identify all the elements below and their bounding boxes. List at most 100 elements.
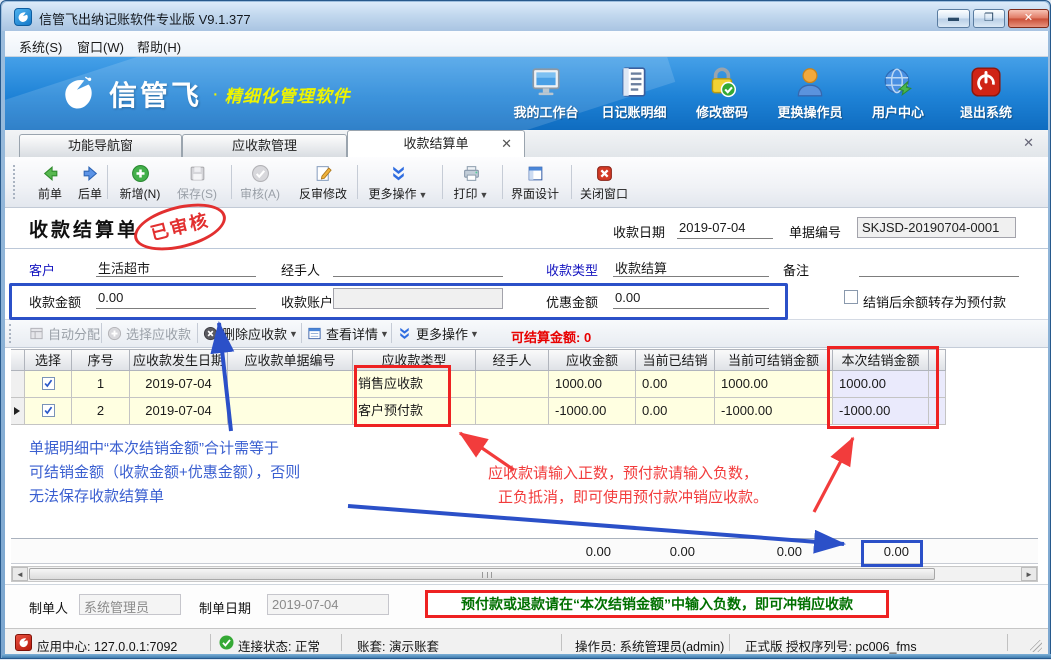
remove-receivable-button[interactable]: 删除应收款▼ <box>203 323 298 344</box>
cell-date[interactable]: 2019-07-04 <box>130 398 228 425</box>
ui-design-button[interactable]: 界面设计 <box>506 162 564 204</box>
banner-action-password[interactable]: 修改密码 <box>678 65 766 121</box>
receipt-amount-field[interactable]: 0.00 <box>96 288 256 309</box>
col-handler[interactable]: 经手人 <box>476 349 549 371</box>
make-date-field: 2019-07-04 <box>267 594 389 615</box>
tab-close-icon[interactable]: ✕ <box>501 137 512 150</box>
scroll-right-icon[interactable]: ► <box>1021 567 1037 581</box>
status-app-center: 应用中心: 127.0.0.1:7092 <box>37 636 177 655</box>
col-seq[interactable]: 序号 <box>72 349 130 371</box>
cell-date[interactable]: 2019-07-04 <box>130 371 228 398</box>
cell-handler[interactable] <box>476 371 549 398</box>
auto-assign-button: 自动分配 <box>29 323 100 344</box>
scroll-left-icon[interactable]: ◄ <box>12 567 28 581</box>
make-date-label: 制单日期 <box>199 598 251 617</box>
cell-doc[interactable] <box>228 398 353 425</box>
view-detail-button[interactable]: 查看详情▼ <box>307 323 389 344</box>
window-title: 信管飞出纳记账软件专业版 V9.1.377 <box>39 9 251 28</box>
cell-handler[interactable] <box>476 398 549 425</box>
more-actions-button[interactable]: 更多操作▼ <box>363 162 433 204</box>
arrow-right-icon <box>81 164 100 183</box>
banner-action-journal[interactable]: 日记账明细 <box>590 65 678 121</box>
transfer-prepay-checkbox[interactable] <box>844 290 858 304</box>
row-checkbox-checked[interactable] <box>42 404 55 417</box>
col-current[interactable]: 本次结销金额 <box>833 349 929 371</box>
menu-system[interactable]: 系统(S) <box>15 36 66 57</box>
row-checkbox-checked[interactable] <box>42 377 55 390</box>
scrollbar-thumb[interactable] <box>29 568 935 580</box>
cell-extra <box>929 398 946 425</box>
row-select-cell[interactable] <box>25 398 72 425</box>
unaudit-button[interactable]: 反审修改 <box>294 162 352 204</box>
cell-available[interactable]: -1000.00 <box>715 398 833 425</box>
cell-seq[interactable]: 1 <box>72 371 130 398</box>
banner-action-workbench[interactable]: 我的工作台 <box>502 65 590 121</box>
save-button: 保存(S) <box>168 162 226 204</box>
cell-seq[interactable]: 2 <box>72 398 130 425</box>
cell-type[interactable]: 客户预付款 <box>353 398 476 425</box>
close-window-button[interactable]: 关闭窗口 <box>575 162 633 204</box>
cell-doc[interactable] <box>228 371 353 398</box>
print-button[interactable]: 打印▼ <box>445 162 497 204</box>
menu-help[interactable]: 帮助(H) <box>133 36 185 57</box>
window-bottom-edge <box>2 654 1051 658</box>
minimize-button[interactable]: ▬ <box>937 9 970 28</box>
receipt-account-field[interactable] <box>333 288 503 309</box>
cell-amount[interactable]: -1000.00 <box>549 398 636 425</box>
horizontal-scrollbar[interactable]: ◄ ► <box>11 566 1038 582</box>
tab-function-nav[interactable]: 功能导航窗 <box>19 134 182 157</box>
tabstrip-close-icon[interactable]: ✕ <box>1023 135 1034 151</box>
add-button[interactable]: 新增(N) <box>111 162 169 204</box>
banner-action-label: 用户中心 <box>872 102 924 121</box>
brand-logo-icon <box>57 73 99 115</box>
cell-current-settle[interactable]: 1000.00 <box>833 371 929 398</box>
plus-circle-icon <box>131 164 150 183</box>
table-row[interactable]: 1 2019-07-04 销售应收款 1000.00 0.00 1000.00 … <box>11 371 946 398</box>
page-title: 收款结算单 <box>29 215 139 242</box>
receipt-type-field[interactable]: 收款结算 <box>613 256 769 277</box>
restore-button[interactable]: ❐ <box>973 9 1005 28</box>
cell-type[interactable]: 销售应收款 <box>353 371 476 398</box>
table-row[interactable]: 2 2019-07-04 客户预付款 -1000.00 0.00 -1000.0… <box>11 398 946 425</box>
receipt-date-field[interactable]: 2019-07-04 <box>677 218 773 239</box>
grid-header-row: 选择 序号 应收款发生日期 应收款单据编号 应收款类型 经手人 应收金额 当前已… <box>11 349 946 371</box>
remark-field[interactable] <box>859 256 1019 277</box>
col-date[interactable]: 应收款发生日期 <box>130 349 228 371</box>
row-select-cell[interactable] <box>25 371 72 398</box>
banner-action-label: 我的工作台 <box>513 102 578 121</box>
col-doc-no[interactable]: 应收款单据编号 <box>228 349 353 371</box>
handler-field[interactable] <box>333 256 503 277</box>
select-receivable-button: 选择应收款 <box>107 323 191 344</box>
menu-window[interactable]: 窗口(W) <box>73 36 128 57</box>
col-select[interactable]: 选择 <box>25 349 72 371</box>
banner-action-operator[interactable]: 更换操作员 <box>766 65 854 121</box>
col-amount[interactable]: 应收金额 <box>549 349 636 371</box>
green-note-text: 预付款或退款请在“本次结销金额”中输入负数，即可冲销应收款 <box>425 590 889 618</box>
tab-receipt-settlement[interactable]: 收款结算单 ✕ <box>347 130 525 157</box>
close-button[interactable]: ✕ <box>1008 9 1049 28</box>
banner-action-usercenter[interactable]: 用户中心 <box>854 65 942 121</box>
cell-amount[interactable]: 1000.00 <box>549 371 636 398</box>
app-logo-icon <box>14 8 32 26</box>
cell-current-settle[interactable]: -1000.00 <box>833 398 929 425</box>
remove-circle-icon <box>203 326 218 341</box>
discount-amount-field[interactable]: 0.00 <box>613 288 769 309</box>
cell-available[interactable]: 1000.00 <box>715 371 833 398</box>
col-type[interactable]: 应收款类型 <box>353 349 476 371</box>
resize-grip[interactable] <box>1030 640 1042 652</box>
toolbar-grip <box>13 165 15 199</box>
status-account-book: 账套: 演示账套 <box>357 636 439 655</box>
red-note-text: 应收款请输入正数，预付款请输入负数， 正负抵消，即可使用预付款冲销应收款。 <box>488 462 768 510</box>
close-red-icon <box>595 164 614 183</box>
grid-corner <box>11 349 25 371</box>
brand-separator: · <box>212 83 219 106</box>
more-detail-actions-button[interactable]: 更多操作▼ <box>397 323 479 344</box>
col-available[interactable]: 当前可结销金额 <box>715 349 833 371</box>
customer-field[interactable]: 生活超市 <box>96 256 256 277</box>
cell-settled[interactable]: 0.00 <box>636 371 715 398</box>
tab-receivable-mgmt[interactable]: 应收款管理 <box>182 134 347 157</box>
col-settled[interactable]: 当前已结销 <box>636 349 715 371</box>
banner-action-exit[interactable]: 退出系统 <box>942 65 1030 121</box>
audit-check-icon <box>251 164 270 183</box>
cell-settled[interactable]: 0.00 <box>636 398 715 425</box>
